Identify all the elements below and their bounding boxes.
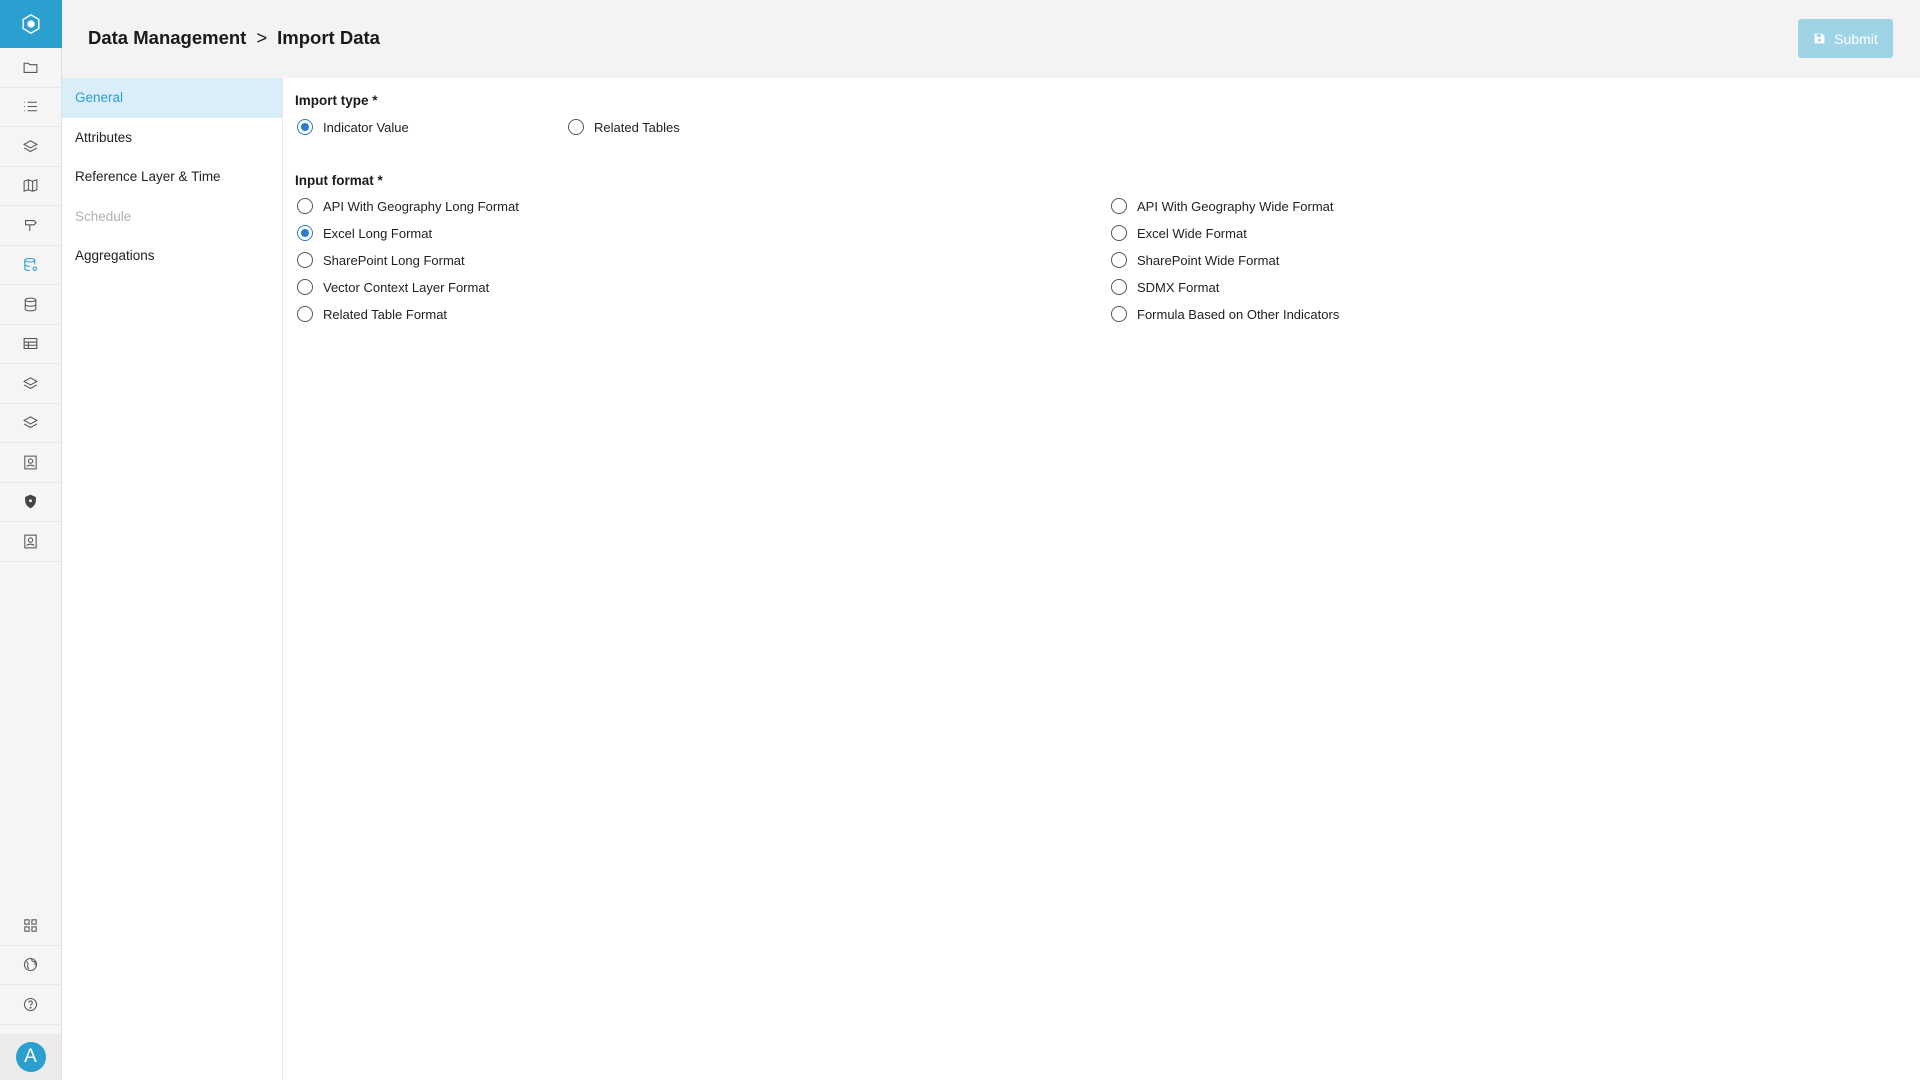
contact-card-icon [24,455,37,470]
input-format-label: Input format * [295,173,383,188]
shield-icon [25,494,36,509]
breadcrumb-import-data: Import Data [277,27,380,48]
rail-item-data-management[interactable] [0,246,61,285]
layers-icon [23,139,38,152]
rail-item-list[interactable] [0,88,61,127]
help-icon [23,997,38,1011]
app-logo-icon[interactable] [0,0,62,48]
folder-icon [23,62,38,73]
rail-item-folder[interactable] [0,48,61,88]
radio-label: Excel Wide Format [1137,225,1247,241]
format-api-geography-long[interactable]: API With Geography Long Format [297,198,519,214]
import-type-label: Import type * [295,93,378,108]
radio-label: Indicator Value [323,119,409,135]
rail-item-help[interactable] [0,985,61,1025]
rail-item-globe[interactable] [0,946,61,985]
radio-vector-context-layer[interactable] [297,279,313,295]
breadcrumb-separator: > [256,27,268,48]
radio-api-geography-long[interactable] [297,198,313,214]
radio-related-tables[interactable] [568,119,584,135]
user-menu[interactable]: A [0,1034,61,1080]
radio-label: Related Tables [594,119,680,135]
radio-related-table[interactable] [297,306,313,322]
radio-indicator-value[interactable] [297,119,313,135]
contact-card-icon [24,534,37,549]
icon-rail: A [0,0,62,1080]
database-icon [24,297,37,312]
radio-label: SharePoint Wide Format [1137,252,1280,268]
nav-item-attributes[interactable]: Attributes [62,118,282,158]
page-header: Data Management > Import Data Submit [62,0,1920,78]
rail-item-signpost[interactable] [0,206,61,246]
grid-icon [24,919,37,932]
radio-label: API With Geography Wide Format [1137,198,1334,214]
format-api-geography-wide[interactable]: API With Geography Wide Format [1111,198,1334,214]
section-nav: General Attributes Reference Layer & Tim… [62,78,283,1080]
radio-label: Excel Long Format [323,225,433,241]
import-type-related-tables[interactable]: Related Tables [568,119,680,135]
radio-label: Vector Context Layer Format [323,279,490,295]
submit-label: Submit [1834,30,1878,47]
format-excel-long[interactable]: Excel Long Format [297,225,432,241]
nav-item-schedule: Schedule [75,208,132,224]
rail-item-apps[interactable] [0,906,61,946]
radio-excel-long[interactable] [297,225,313,241]
rail-item-layers-2[interactable] [0,364,61,404]
rail-bottom-items [0,906,61,1025]
import-type-indicator-value[interactable]: Indicator Value [297,119,409,135]
format-sdmx[interactable]: SDMX Format [1111,279,1219,295]
rail-item-database[interactable] [0,285,61,325]
radio-sdmx[interactable] [1111,279,1127,295]
list-icon [24,101,37,112]
table-icon [23,338,38,350]
radio-label: Related Table Format [323,306,448,322]
nav-item-reference-layer-time[interactable]: Reference Layer & Time [62,157,282,197]
map-icon [23,179,38,193]
rail-item-layers-3[interactable] [0,404,61,443]
database-gear-icon [24,258,38,272]
nav-item-general[interactable]: General [62,78,282,118]
globe-icon [23,958,38,972]
radio-label: SharePoint Long Format [323,252,465,268]
breadcrumb-data-management[interactable]: Data Management [88,27,246,49]
rail-item-table[interactable] [0,325,61,364]
rail-item-security[interactable] [0,483,61,522]
rail-item-layers[interactable] [0,127,61,167]
format-excel-wide[interactable]: Excel Wide Format [1111,225,1247,241]
radio-formula-based[interactable] [1111,306,1127,322]
rail-item-contacts-2[interactable] [0,522,61,562]
format-vector-context-layer[interactable]: Vector Context Layer Format [297,279,489,295]
format-related-table[interactable]: Related Table Format [297,306,447,322]
rail-item-contacts[interactable] [0,443,61,483]
layers-icon [23,416,38,429]
radio-sharepoint-long[interactable] [297,252,313,268]
radio-label: Formula Based on Other Indicators [1137,306,1340,322]
save-icon [1814,33,1825,44]
radio-label: API With Geography Long Format [323,198,519,214]
radio-sharepoint-wide[interactable] [1111,252,1127,268]
rail-items [0,48,61,562]
avatar[interactable]: A [15,1042,46,1072]
signpost-icon [25,219,37,231]
breadcrumb: Data Management > Import Data [88,27,380,49]
radio-excel-wide[interactable] [1111,225,1127,241]
layers-icon [23,376,38,389]
format-formula-based[interactable]: Formula Based on Other Indicators [1111,306,1339,322]
submit-button[interactable]: Submit [1798,19,1893,58]
format-sharepoint-wide[interactable]: SharePoint Wide Format [1111,252,1279,268]
rail-item-map[interactable] [0,167,61,206]
radio-api-geography-wide[interactable] [1111,198,1127,214]
nav-item-aggregations[interactable]: Aggregations [62,236,282,276]
radio-label: SDMX Format [1137,279,1220,295]
format-sharepoint-long[interactable]: SharePoint Long Format [297,252,465,268]
